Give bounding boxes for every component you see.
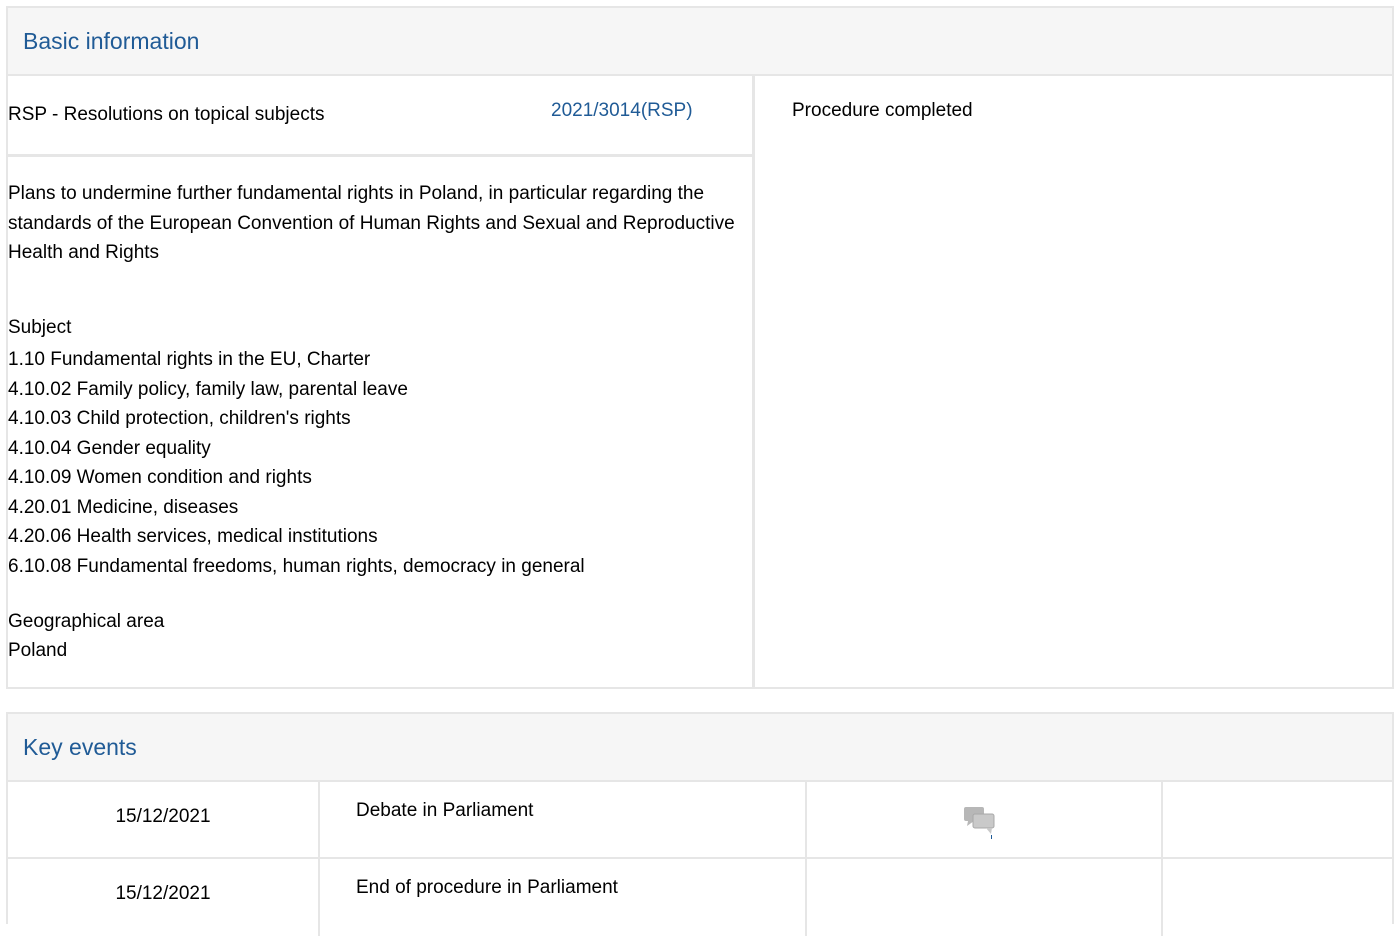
procedure-details-column: RSP - Resolutions on topical subjects 20… xyxy=(8,76,755,687)
subject-item: 4.20.06 Health services, medical institu… xyxy=(8,526,378,547)
procedure-reference-link[interactable]: 2021/3014(RSP) xyxy=(551,100,693,122)
event-description-cell: Debate in Parliament xyxy=(320,782,807,857)
key-events-header: Key events xyxy=(8,714,1392,782)
subject-label: Subject xyxy=(8,317,72,338)
subject-item: 4.10.09 Women condition and rights xyxy=(8,467,312,488)
event-summary-cell xyxy=(1163,859,1392,936)
procedure-status: Procedure completed xyxy=(792,100,973,121)
event-date-cell: 15/12/2021 xyxy=(8,859,320,936)
subject-item: 1.10 Fundamental rights in the EU, Chart… xyxy=(8,349,371,370)
geographical-area-value: Poland xyxy=(8,640,68,661)
procedure-type-row: RSP - Resolutions on topical subjects 20… xyxy=(8,76,755,157)
link-marker xyxy=(991,835,992,839)
event-description-cell: End of procedure in Parliament xyxy=(320,859,807,936)
debate-icon[interactable] xyxy=(962,804,998,840)
key-events-panel: Key events 15/12/2021 Debate in Parliame… xyxy=(6,712,1394,936)
event-document-cell xyxy=(807,859,1163,936)
subject-list: 1.10 Fundamental rights in the EU, Chart… xyxy=(8,345,585,581)
subject-item: 4.20.01 Medicine, diseases xyxy=(8,496,239,518)
procedure-title: Plans to undermine further fundamental r… xyxy=(8,183,735,263)
event-date: 15/12/2021 xyxy=(115,883,211,904)
subject-item: 4.10.04 Gender equality xyxy=(8,437,211,459)
event-row: 15/12/2021 Debate in Parliament xyxy=(8,782,1392,859)
basic-information-panel: Basic information RSP - Resolutions on t… xyxy=(6,6,1394,689)
event-date: 15/12/2021 xyxy=(115,806,211,827)
event-date-cell: 15/12/2021 xyxy=(8,782,320,857)
key-events-title: Key events xyxy=(23,733,137,760)
subject-item: 4.10.03 Child protection, children's rig… xyxy=(8,408,351,429)
event-document-cell xyxy=(807,782,1163,857)
geographical-area-label: Geographical area xyxy=(8,611,165,632)
event-row: 15/12/2021 End of procedure in Parliamen… xyxy=(8,859,1392,936)
event-description: End of procedure in Parliament xyxy=(356,877,618,898)
procedure-type: RSP - Resolutions on topical subjects xyxy=(8,104,325,125)
basic-information-header: Basic information xyxy=(8,8,1392,76)
subject-item: 6.10.08 Fundamental freedoms, human righ… xyxy=(8,555,585,577)
subject-item: 4.10.02 Family policy, family law, paren… xyxy=(8,378,408,400)
event-summary-cell xyxy=(1163,782,1392,857)
event-description: Debate in Parliament xyxy=(356,800,534,821)
basic-information-title: Basic information xyxy=(23,27,200,54)
